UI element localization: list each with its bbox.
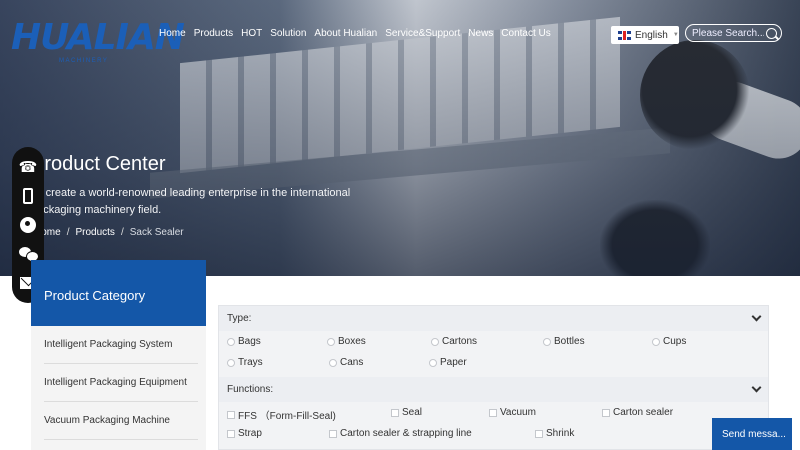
- type-option-cups[interactable]: Cups: [652, 336, 686, 347]
- logo-subtitle: MACHINERY: [59, 58, 109, 64]
- search-icon[interactable]: [766, 27, 777, 39]
- mobile-icon[interactable]: [19, 187, 37, 205]
- chevron-down-icon: [751, 382, 762, 393]
- type-option-trays[interactable]: Trays: [227, 357, 263, 368]
- type-option-cartons[interactable]: Cartons: [431, 336, 477, 347]
- type-filter-header[interactable]: Type:: [219, 306, 768, 331]
- page-title: Product Center: [31, 153, 166, 175]
- functions-filter-label: Functions:: [227, 384, 274, 395]
- search-input[interactable]: [692, 27, 764, 39]
- breadcrumb-current: Sack Sealer: [129, 227, 184, 238]
- uk-flag-icon: [618, 30, 631, 40]
- product-filters: Type: Bags Boxes Cartons Bottles Cups Tr…: [218, 305, 769, 450]
- functions-filter-header[interactable]: Functions:: [219, 377, 768, 402]
- category-item[interactable]: Intelligent Packaging System: [44, 326, 198, 364]
- product-category-panel: Product Category Intelligent Packaging S…: [31, 260, 206, 450]
- function-option-strap[interactable]: Strap: [227, 428, 262, 439]
- nav-contact[interactable]: Contact Us: [501, 28, 550, 39]
- type-option-bags[interactable]: Bags: [227, 336, 261, 347]
- main-nav: Home Products HOT Solution About Hualian…: [159, 28, 559, 39]
- language-label: English: [635, 29, 668, 41]
- nav-solution[interactable]: Solution: [270, 28, 306, 39]
- category-item[interactable]: Vacuum Packaging Machine: [44, 402, 198, 440]
- type-filter-label: Type:: [227, 313, 252, 324]
- category-title: Product Category: [31, 260, 206, 326]
- nav-about[interactable]: About Hualian: [314, 28, 377, 39]
- function-option-seal[interactable]: Seal: [391, 407, 422, 418]
- type-option-bottles[interactable]: Bottles: [543, 336, 585, 347]
- function-option-carton-sealer[interactable]: Carton sealer: [602, 407, 673, 418]
- nav-news[interactable]: News: [468, 28, 493, 39]
- function-option-vacuum[interactable]: Vacuum: [489, 407, 536, 418]
- brand-logo[interactable]: HUALIAN MACHINERY: [11, 17, 185, 68]
- language-select[interactable]: English ▼: [611, 26, 679, 44]
- function-option-shrink[interactable]: Shrink: [535, 428, 574, 439]
- type-option-paper[interactable]: Paper: [429, 357, 467, 368]
- nav-home[interactable]: Home: [159, 28, 186, 39]
- whatsapp-icon[interactable]: [19, 216, 37, 234]
- category-item[interactable]: Intelligent Packaging Equipment: [44, 364, 198, 402]
- function-option-carton-strapping[interactable]: Carton sealer & strapping line: [329, 428, 472, 439]
- search-box: [685, 24, 782, 42]
- logo-mark: HUALIAN: [11, 17, 185, 58]
- nav-service[interactable]: Service&Support: [385, 28, 460, 39]
- breadcrumb-products[interactable]: Products: [75, 227, 114, 238]
- breadcrumb: Home / Products / Sack Sealer: [34, 227, 184, 238]
- function-option-ffs[interactable]: FFS （Form-Fill-Seal): [227, 407, 336, 422]
- phone-icon[interactable]: [19, 158, 37, 176]
- nav-products[interactable]: Products: [194, 28, 233, 39]
- caret-down-icon: ▼: [672, 32, 679, 38]
- chevron-down-icon: [751, 311, 762, 322]
- nav-hot[interactable]: HOT: [241, 28, 262, 39]
- send-message-button[interactable]: Send messa...: [712, 418, 792, 450]
- hero-description: To create a world-renowned leading enter…: [31, 187, 351, 216]
- type-option-cans[interactable]: Cans: [329, 357, 363, 368]
- type-option-boxes[interactable]: Boxes: [327, 336, 366, 347]
